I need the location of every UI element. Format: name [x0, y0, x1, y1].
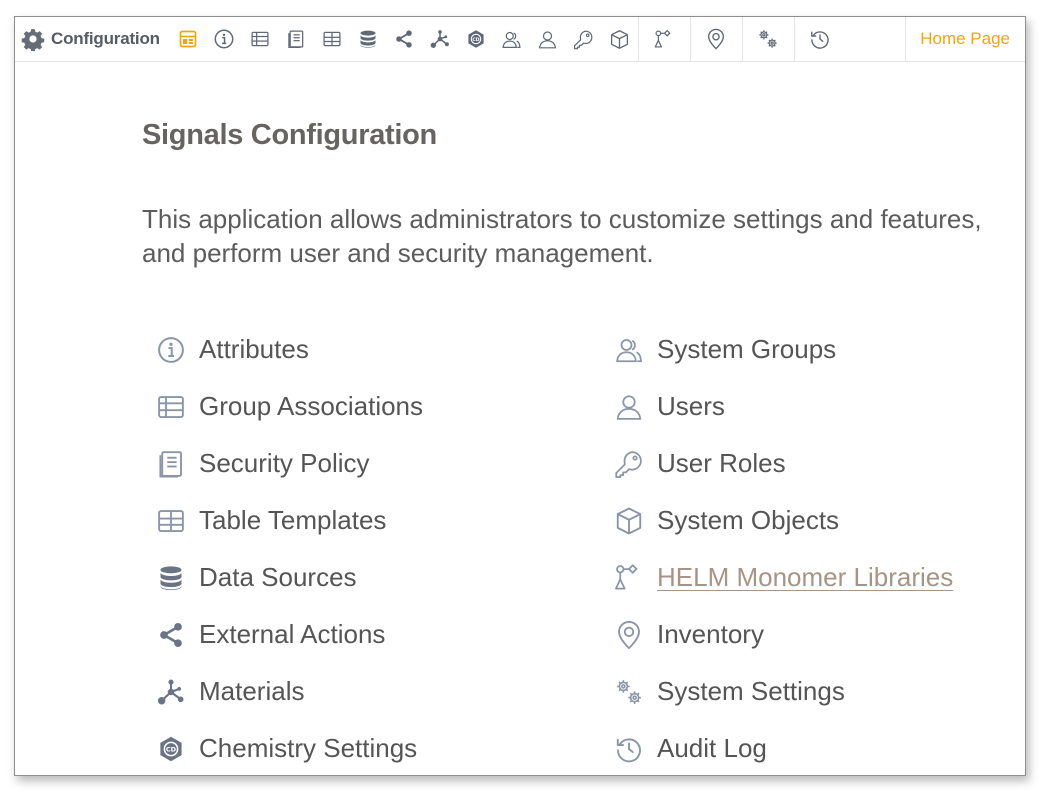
page-title: Signals Configuration — [142, 119, 437, 151]
book-icon — [155, 448, 187, 480]
key-icon — [573, 29, 594, 50]
config-link-chemistry-settings[interactable]: Chemistry Settings — [155, 720, 423, 775]
cube-icon — [609, 29, 630, 50]
database-icon — [358, 29, 378, 49]
toolbar-table-templates-button[interactable] — [314, 17, 350, 62]
config-link-label: Attributes — [199, 334, 309, 364]
config-link-label: Data Sources — [199, 562, 357, 592]
toolbar-group-associations-button[interactable] — [242, 17, 278, 62]
history-icon — [809, 28, 831, 50]
table-icon — [155, 391, 187, 423]
gears-icon — [757, 28, 779, 50]
config-link-inventory[interactable]: Inventory — [613, 606, 953, 663]
layout-icon — [178, 29, 198, 49]
toolbar-inventory-button[interactable] — [689, 17, 742, 62]
user-icon — [613, 391, 645, 423]
config-link-system-objects[interactable]: System Objects — [613, 492, 953, 549]
config-link-label: Users — [657, 391, 725, 421]
book-icon — [286, 29, 306, 49]
monomer-icon — [654, 29, 675, 50]
config-link-materials[interactable]: Materials — [155, 663, 423, 720]
molecule-icon — [155, 676, 187, 708]
config-link-label: Audit Log — [657, 733, 767, 763]
info-icon — [155, 334, 187, 366]
config-link-external-actions[interactable]: External Actions — [155, 606, 423, 663]
monomer-icon — [613, 562, 645, 594]
toolbar-users-button[interactable] — [530, 17, 566, 62]
toolbar-chemistry-settings-button[interactable] — [458, 17, 494, 62]
cd-hexagon-icon — [155, 733, 187, 765]
config-link-helm-monomer-libraries[interactable]: HELM Monomer Libraries — [613, 549, 953, 606]
gear-icon — [21, 27, 45, 51]
config-link-table-templates[interactable]: Table Templates — [155, 492, 423, 549]
config-link-system-settings[interactable]: System Settings — [613, 663, 953, 720]
config-link-label: Inventory — [657, 619, 764, 649]
config-link-audit-log[interactable]: Audit Log — [613, 720, 953, 775]
page-description: This application allows administrators t… — [142, 204, 982, 268]
key-icon — [613, 448, 645, 480]
config-link-label: System Settings — [657, 676, 845, 706]
database-icon — [155, 562, 187, 594]
app-title: Configuration — [51, 29, 160, 48]
config-list-right: System Groups Users User Roles System Ob… — [613, 321, 953, 775]
config-link-label: System Objects — [657, 505, 840, 535]
group-icon — [501, 29, 522, 50]
share-icon — [155, 619, 187, 651]
config-link-label: System Groups — [657, 334, 837, 364]
toolbar-system-groups-button[interactable] — [494, 17, 530, 62]
toolbar-audit-log-button[interactable] — [793, 17, 846, 62]
table-template-icon — [322, 29, 342, 49]
toolbar-user-roles-button[interactable] — [566, 17, 602, 62]
toolbar-layout-button[interactable] — [170, 17, 206, 62]
location-icon — [613, 619, 645, 651]
config-link-label: Security Policy — [199, 448, 370, 478]
config-link-label: User Roles — [657, 448, 786, 478]
config-link-label: HELM Monomer Libraries — [657, 562, 954, 592]
location-icon — [705, 28, 727, 50]
config-link-data-sources[interactable]: Data Sources — [155, 549, 423, 606]
config-link-label: Table Templates — [199, 505, 387, 535]
gears-icon — [613, 676, 645, 708]
config-link-group-associations[interactable]: Group Associations — [155, 378, 423, 435]
table-template-icon — [155, 505, 187, 537]
toolbar: Configuration Home Page — [15, 17, 1025, 62]
toolbar-data-sources-button[interactable] — [350, 17, 386, 62]
toolbar-system-settings-button[interactable] — [741, 17, 794, 62]
config-link-security-policy[interactable]: Security Policy — [155, 435, 423, 492]
table-icon — [250, 29, 270, 49]
info-icon — [213, 28, 235, 50]
toolbar-external-actions-button[interactable] — [386, 17, 422, 62]
config-link-users[interactable]: Users — [613, 378, 953, 435]
app-brand[interactable]: Configuration — [15, 17, 170, 62]
config-link-label: Group Associations — [199, 391, 424, 421]
cd-hexagon-icon — [466, 29, 486, 49]
share-icon — [394, 29, 414, 49]
user-icon — [537, 29, 558, 50]
config-link-system-groups[interactable]: System Groups — [613, 321, 953, 378]
cube-icon — [613, 505, 645, 537]
config-link-label: Materials — [199, 676, 305, 706]
group-icon — [613, 334, 645, 366]
toolbar-security-policy-button[interactable] — [278, 17, 314, 62]
molecule-icon — [430, 29, 450, 49]
toolbar-materials-button[interactable] — [422, 17, 458, 62]
config-link-user-roles[interactable]: User Roles — [613, 435, 953, 492]
history-icon — [613, 733, 645, 765]
toolbar-attributes-button[interactable] — [206, 17, 242, 62]
config-list-left: Attributes Group Associations Security P… — [155, 321, 423, 775]
app-window: Configuration Home Page Signals Configur… — [14, 16, 1026, 776]
config-link-label: Chemistry Settings — [199, 733, 418, 763]
config-link-label: External Actions — [199, 619, 386, 649]
toolbar-system-objects-button[interactable] — [602, 17, 638, 62]
toolbar-helm-monomer-button[interactable] — [637, 17, 690, 62]
home-page-link[interactable]: Home Page — [905, 17, 1025, 62]
config-link-attributes[interactable]: Attributes — [155, 321, 423, 378]
